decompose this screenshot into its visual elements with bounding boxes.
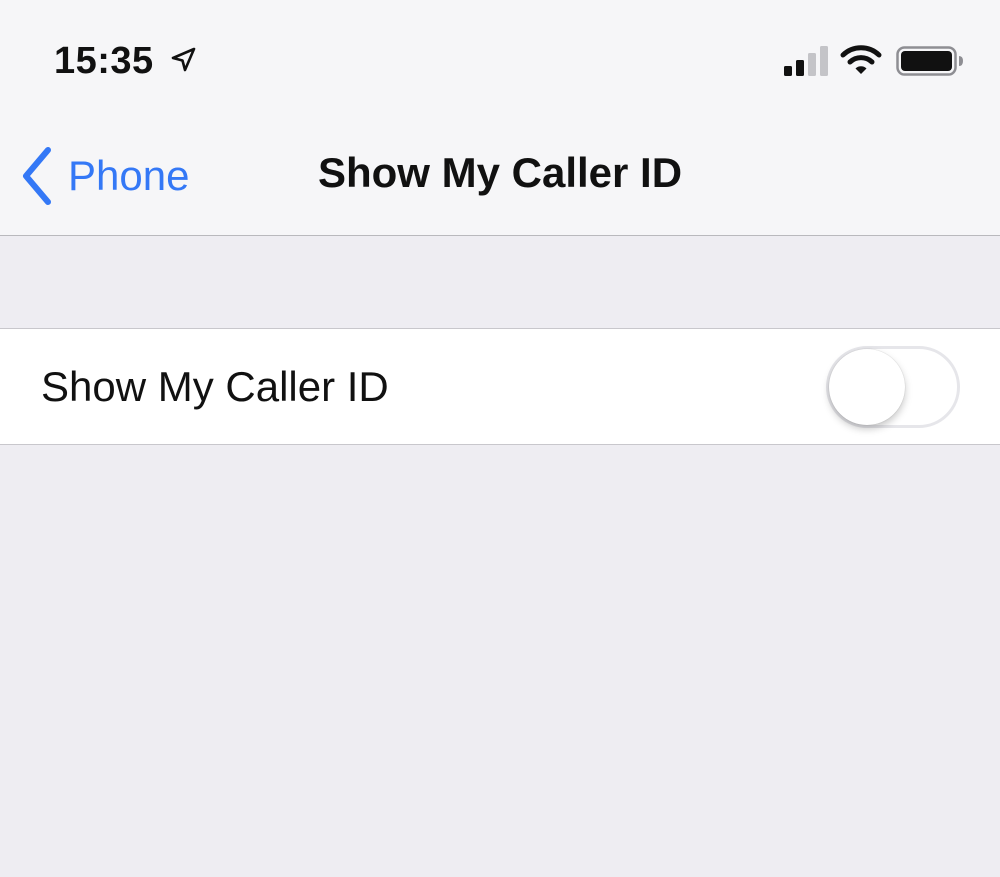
show-caller-id-toggle[interactable] <box>826 346 960 428</box>
battery-icon <box>896 46 963 76</box>
screen: 15:35 Phone Show My Caller ID Show My Ca… <box>0 0 1000 877</box>
location-arrow-icon <box>171 47 196 72</box>
cellular-signal-icon <box>784 46 828 76</box>
page-title: Show My Caller ID <box>317 149 683 196</box>
top-bar: 15:35 Phone Show My Caller ID <box>0 0 1000 236</box>
settings-group: Show My Caller ID <box>0 328 1000 445</box>
row-label: Show My Caller ID <box>41 363 389 410</box>
wifi-icon <box>840 45 882 74</box>
toggle-knob <box>829 349 905 425</box>
status-time: 15:35 <box>54 40 154 82</box>
